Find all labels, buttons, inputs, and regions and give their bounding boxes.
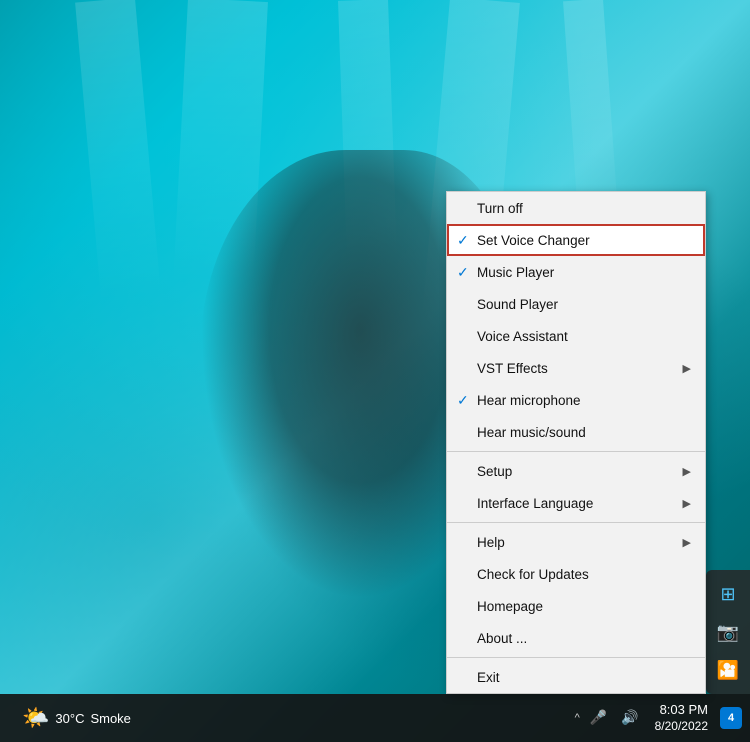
menu-item-music-player[interactable]: ✓Music Player <box>447 256 705 288</box>
menu-item-vst-effects[interactable]: VST Effects ▶ <box>447 352 705 384</box>
clock-area[interactable]: 8:03 PM 8/20/2022 <box>647 702 716 734</box>
temperature: 30°C <box>55 711 84 726</box>
volume-icon[interactable]: 🔊 <box>617 705 642 730</box>
menu-item-sound-player[interactable]: Sound Player <box>447 288 705 320</box>
submenu-arrow-setup: ▶ <box>683 465 691 478</box>
notification-badge[interactable]: 4 <box>720 707 742 729</box>
clock-time: 8:03 PM <box>655 702 708 719</box>
system-tray: ^ 🎤 🔊 <box>575 705 643 730</box>
divider-after-hear-music <box>447 451 705 452</box>
menu-item-set-voice-changer[interactable]: ✓Set Voice Changer <box>447 224 705 256</box>
submenu-arrow-vst-effects: ▶ <box>683 362 691 375</box>
checkmark-set-voice-changer: ✓ <box>457 232 477 249</box>
taskbar: 🌤️ 30°C Smoke ^ 🎤 🔊 8:03 PM 8/20/2022 4 <box>0 694 750 742</box>
clock-date: 8/20/2022 <box>655 719 708 735</box>
toolbar-btn-app3[interactable]: 🎦 <box>710 652 746 688</box>
label-voice-assistant: Voice Assistant <box>477 329 691 344</box>
label-check-updates: Check for Updates <box>477 567 691 582</box>
label-exit: Exit <box>477 670 691 685</box>
taskbar-left: 🌤️ 30°C Smoke <box>0 705 143 731</box>
label-music-player: Music Player <box>477 265 691 280</box>
label-vst-effects: VST Effects <box>477 361 677 376</box>
label-setup: Setup <box>477 464 677 479</box>
weather-condition: Smoke <box>90 711 130 726</box>
label-hear-microphone: Hear microphone <box>477 393 691 408</box>
menu-item-interface-language[interactable]: Interface Language ▶ <box>447 487 705 519</box>
label-help: Help <box>477 535 677 550</box>
toolbar-btn-app1[interactable]: ⊞ <box>710 576 746 612</box>
menu-item-check-updates[interactable]: Check for Updates <box>447 558 705 590</box>
divider-after-about <box>447 657 705 658</box>
submenu-arrow-help: ▶ <box>683 536 691 549</box>
divider-after-interface-language <box>447 522 705 523</box>
label-homepage: Homepage <box>477 599 691 614</box>
weather-icon: 🌤️ <box>22 705 49 731</box>
taskbar-right: ^ 🎤 🔊 8:03 PM 8/20/2022 4 <box>575 702 750 734</box>
label-set-voice-changer: Set Voice Changer <box>477 233 691 248</box>
weather-widget[interactable]: 🌤️ 30°C Smoke <box>10 705 143 731</box>
microphone-icon[interactable]: 🎤 <box>586 705 611 730</box>
menu-item-help[interactable]: Help ▶ <box>447 526 705 558</box>
menu-item-voice-assistant[interactable]: Voice Assistant <box>447 320 705 352</box>
menu-item-hear-music[interactable]: Hear music/sound <box>447 416 705 448</box>
menu-item-turn-off[interactable]: Turn off <box>447 192 705 224</box>
label-turn-off: Turn off <box>477 201 691 216</box>
context-menu: Turn off✓Set Voice Changer✓Music PlayerS… <box>446 191 706 694</box>
menu-item-about[interactable]: About ... <box>447 622 705 654</box>
label-interface-language: Interface Language <box>477 496 677 511</box>
label-sound-player: Sound Player <box>477 297 691 312</box>
checkmark-music-player: ✓ <box>457 264 477 281</box>
tray-expand-arrow[interactable]: ^ <box>575 712 580 724</box>
menu-item-exit[interactable]: Exit <box>447 661 705 693</box>
menu-item-setup[interactable]: Setup ▶ <box>447 455 705 487</box>
menu-item-homepage[interactable]: Homepage <box>447 590 705 622</box>
menu-item-hear-microphone[interactable]: ✓Hear microphone <box>447 384 705 416</box>
side-toolbar: ⊞📷🎦 <box>706 570 750 694</box>
toolbar-btn-app2[interactable]: 📷 <box>710 614 746 650</box>
checkmark-hear-microphone: ✓ <box>457 392 477 409</box>
submenu-arrow-interface-language: ▶ <box>683 497 691 510</box>
label-hear-music: Hear music/sound <box>477 425 691 440</box>
label-about: About ... <box>477 631 691 646</box>
